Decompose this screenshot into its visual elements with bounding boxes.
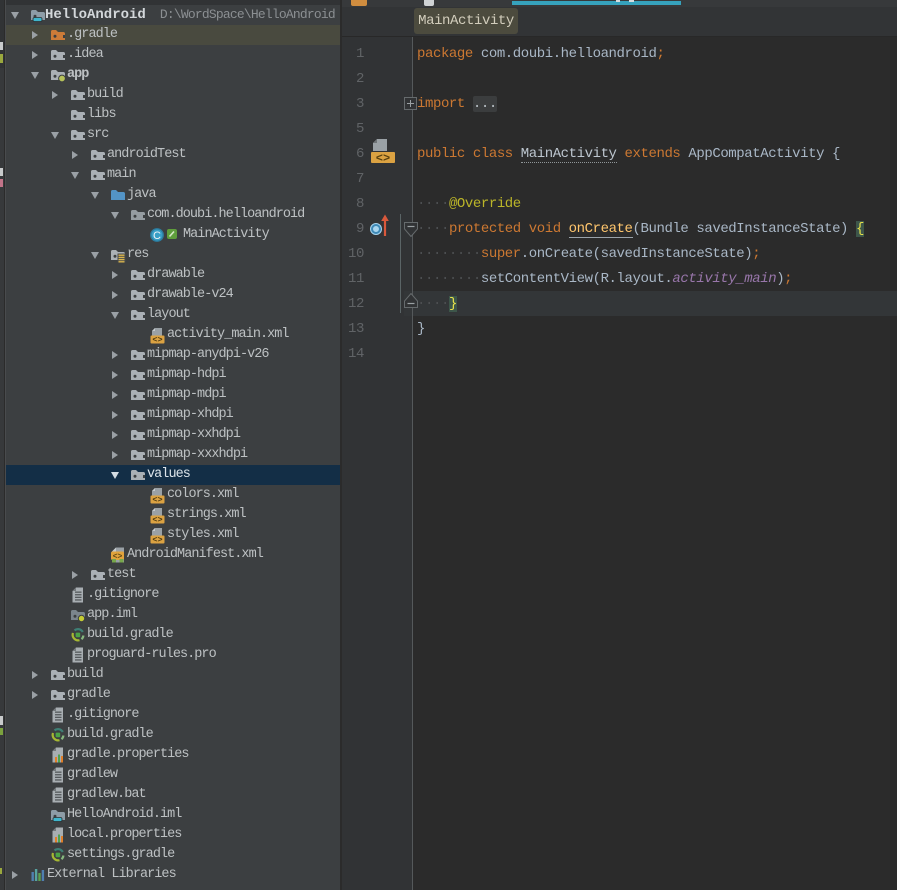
svg-text:<>: <> xyxy=(152,335,162,344)
svg-text:<>: <> xyxy=(152,515,162,524)
svg-text:C: C xyxy=(153,230,161,242)
svg-text:<>: <> xyxy=(376,152,390,165)
svg-text:<>: <> xyxy=(152,535,162,544)
svg-text:<>: <> xyxy=(152,495,162,504)
